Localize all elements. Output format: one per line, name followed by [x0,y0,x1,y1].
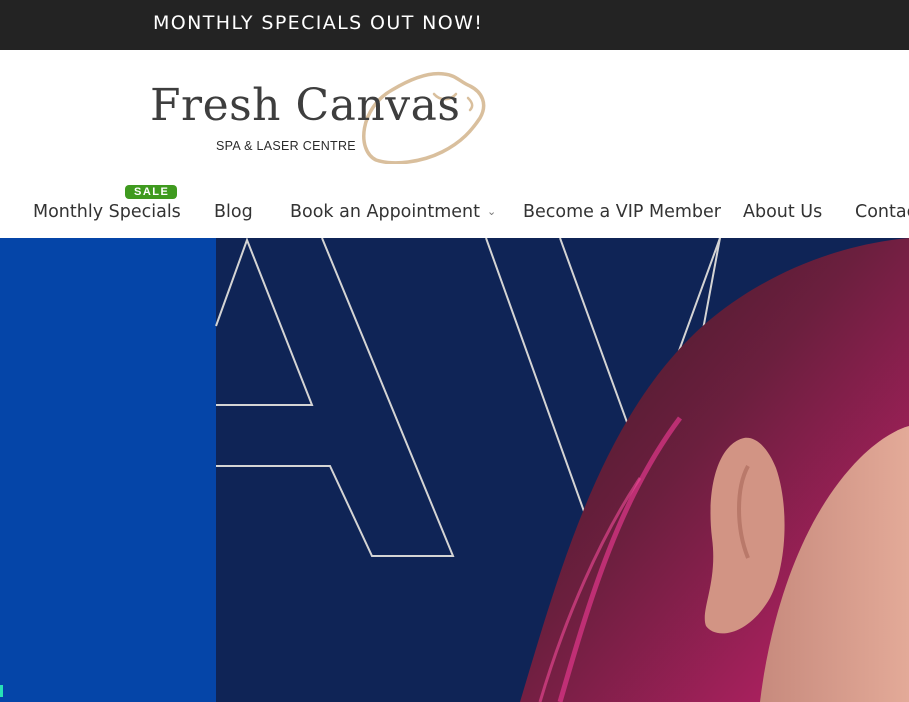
main-nav: SALE Monthly Specials Blog Book an Appoi… [0,178,909,238]
logo-title: Fresh Canvas [150,80,461,131]
logo-subtitle: SPA & LASER CENTRE [216,139,356,153]
chevron-down-icon: ⌄ [486,205,497,218]
promo-text[interactable]: MONTHLY SPECIALS OUT NOW! [153,12,483,34]
nav-item-book-appointment[interactable]: Book an Appointment ⌄ [290,202,496,222]
nav-item-about-us[interactable]: About Us [743,202,822,222]
nav-item-book-appointment-label: Book an Appointment [290,202,480,222]
hero-image [215,238,909,702]
nav-item-monthly-specials[interactable]: Monthly Specials [33,202,181,222]
promo-bar: MONTHLY SPECIALS OUT NOW! [0,0,909,50]
site-header: Fresh Canvas SPA & LASER CENTRE SALE Mon… [0,50,909,238]
nav-item-contact[interactable]: Contac [855,202,909,222]
nav-item-blog[interactable]: Blog [214,202,253,222]
site-logo[interactable]: Fresh Canvas SPA & LASER CENTRE [146,68,491,168]
sale-badge: SALE [125,185,178,199]
hero-banner [0,238,909,702]
accent-mark [0,685,3,697]
nav-item-vip-member[interactable]: Become a VIP Member [523,202,721,222]
